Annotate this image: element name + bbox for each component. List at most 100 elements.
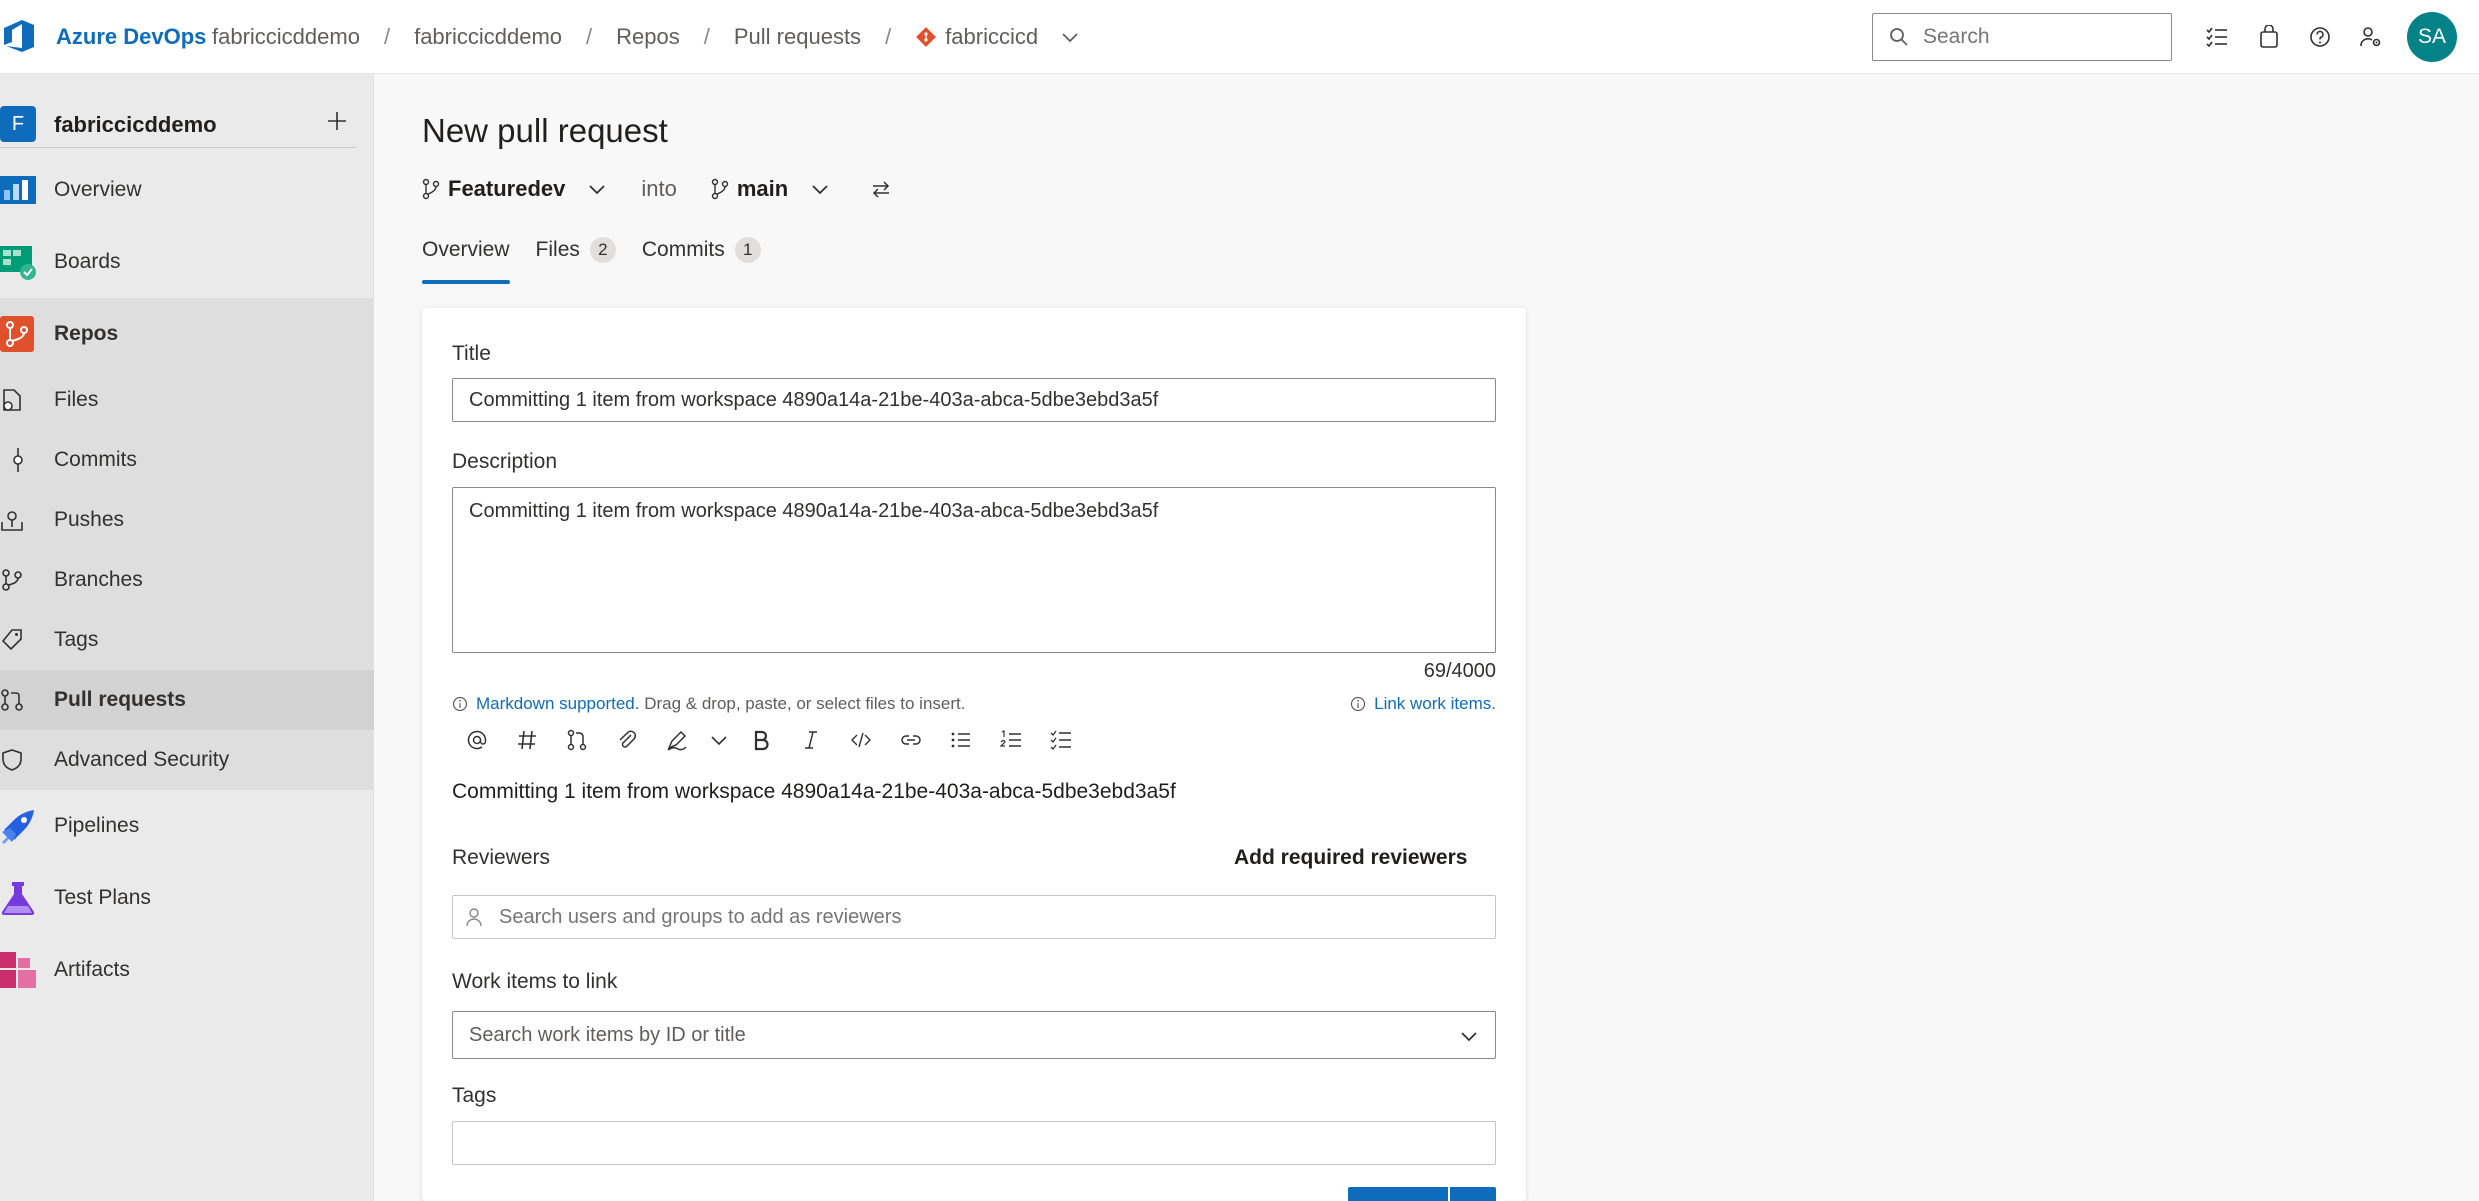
work-items-list-icon[interactable] [2202, 22, 2232, 52]
swap-branches-icon[interactable] [870, 178, 892, 200]
person-icon [466, 908, 482, 927]
branch-icon [0, 568, 24, 592]
tab-label: Files [535, 238, 580, 261]
search-box[interactable] [1872, 13, 2172, 61]
mention-button[interactable] [452, 724, 502, 756]
highlighter-icon [667, 730, 687, 751]
hash-icon [518, 730, 536, 750]
tags-label: Tags [452, 1084, 497, 1107]
title-label: Title [452, 342, 491, 365]
azure-devops-logo-icon[interactable] [0, 16, 40, 56]
sidebar-item-label: Advanced Security [54, 748, 230, 771]
work-items-placeholder: Search work items by ID or title [469, 1023, 746, 1046]
numbered-list-button[interactable] [986, 724, 1036, 756]
help-icon[interactable] [2305, 22, 2335, 52]
user-settings-icon[interactable] [2356, 22, 2386, 52]
link-icon [901, 735, 921, 745]
markdown-supported-link[interactable]: Markdown supported. [476, 694, 639, 714]
files-count-badge: 2 [589, 237, 616, 263]
reviewers-search-input[interactable] [499, 905, 1479, 929]
pr-tabs: Overview Files 2 Commits 1 [422, 232, 787, 284]
work-item-hash-button[interactable] [502, 724, 552, 756]
breadcrumb-pull-requests[interactable]: Pull requests [734, 24, 861, 50]
add-required-reviewers-button[interactable]: Add required reviewers [1234, 846, 1467, 870]
numbered-list-icon [1000, 730, 1021, 747]
bold-icon [754, 730, 769, 751]
description-textarea[interactable]: Committing 1 item from workspace 4890a14… [452, 487, 1496, 653]
tab-commits[interactable]: Commits 1 [642, 232, 761, 268]
create-button[interactable] [1348, 1187, 1496, 1201]
sidebar-item-files[interactable]: Files [0, 370, 374, 430]
sidebar-item-test-plans[interactable]: Test Plans [0, 862, 374, 934]
tab-overview[interactable]: Overview [422, 232, 510, 284]
chevron-down-icon [1461, 1032, 1477, 1042]
user-avatar[interactable]: SA [2407, 12, 2457, 62]
sidebar-item-label: Overview [54, 178, 142, 201]
sidebar-item-pushes[interactable]: Pushes [0, 490, 374, 550]
info-icon [1351, 696, 1366, 712]
description-char-count: 69/4000 [1423, 660, 1496, 682]
page-title: New pull request [422, 112, 668, 149]
breadcrumb-repo-selector[interactable]: fabriccicd [915, 24, 1080, 50]
highlight-button[interactable] [652, 724, 702, 756]
title-input[interactable] [452, 378, 1496, 422]
sidebar-item-repos[interactable]: Repos [0, 298, 374, 370]
source-branch-dropdown[interactable]: Featuredev [422, 176, 607, 202]
sidebar-item-pipelines[interactable]: Pipelines [0, 790, 374, 862]
target-branch-dropdown[interactable]: main [711, 176, 830, 202]
sidebar-item-artifacts[interactable]: Artifacts [0, 934, 374, 1006]
sidebar-item-label: Tags [54, 628, 99, 651]
tags-input[interactable] [452, 1121, 1496, 1165]
add-icon[interactable] [324, 108, 350, 134]
project-name[interactable]: fabriccicddemo [54, 112, 217, 138]
sidebar-item-pull-requests[interactable]: Pull requests [0, 670, 374, 730]
checklist-button[interactable] [1036, 724, 1086, 756]
sidebar-item-advanced-security[interactable]: Advanced Security [0, 730, 374, 790]
sidebar-item-label: Files [54, 388, 99, 411]
sidebar-item-branches[interactable]: Branches [0, 550, 374, 610]
sidebar-item-boards[interactable]: Boards [0, 226, 374, 298]
code-button[interactable] [836, 724, 886, 756]
pipelines-icon [0, 808, 36, 844]
link-button[interactable] [886, 724, 936, 756]
boards-icon [0, 244, 36, 280]
reviewers-search-box[interactable] [452, 895, 1496, 939]
breadcrumb-project[interactable]: fabriccicddemo [414, 24, 562, 50]
sidebar-item-label: Pull requests [54, 688, 186, 711]
pull-request-form: Title Description Committing 1 item from… [422, 308, 1526, 1201]
overview-icon [0, 172, 36, 208]
sidebar-item-tags[interactable]: Tags [0, 610, 374, 670]
sidebar-item-label: Repos [54, 322, 119, 345]
chevron-down-icon [589, 185, 606, 195]
italic-button[interactable] [786, 724, 836, 756]
pull-request-icon [0, 688, 24, 712]
commits-count-badge: 1 [734, 237, 761, 263]
link-work-items-link[interactable]: Link work items. [1374, 694, 1496, 714]
bold-button[interactable] [736, 724, 786, 756]
breadcrumb-separator: / [885, 24, 892, 49]
pull-request-mention-button[interactable] [552, 724, 602, 756]
chevron-down-icon [711, 736, 727, 746]
sidebar-item-overview[interactable]: Overview [0, 154, 374, 226]
project-avatar[interactable]: F [0, 106, 36, 142]
work-items-dropdown[interactable]: Search work items by ID or title [452, 1011, 1496, 1059]
bulleted-list-button[interactable] [936, 724, 986, 756]
search-input[interactable] [1923, 25, 2163, 49]
tab-label: Overview [422, 238, 510, 261]
code-icon [851, 732, 871, 748]
marketplace-bag-icon[interactable] [2254, 22, 2284, 52]
source-branch-name: Featuredev [448, 176, 566, 201]
sidebar-item-commits[interactable]: Commits [0, 430, 374, 490]
breadcrumb-org[interactable]: fabriccicddemo [212, 24, 360, 50]
sidebar-item-label: Pushes [54, 508, 125, 531]
sidebar-item-label: Commits [54, 448, 137, 471]
brand-link[interactable]: Azure DevOps [56, 24, 206, 50]
branch-icon [711, 178, 729, 200]
artifacts-icon [0, 952, 36, 988]
attach-button[interactable] [602, 724, 652, 756]
tab-files[interactable]: Files 2 [536, 232, 616, 268]
breadcrumb-repos[interactable]: Repos [616, 24, 680, 50]
highlight-dropdown-button[interactable] [702, 724, 736, 756]
sidebar: F fabriccicddemo Overview Boards Repos F… [0, 74, 374, 1201]
git-repo-icon [916, 27, 937, 47]
